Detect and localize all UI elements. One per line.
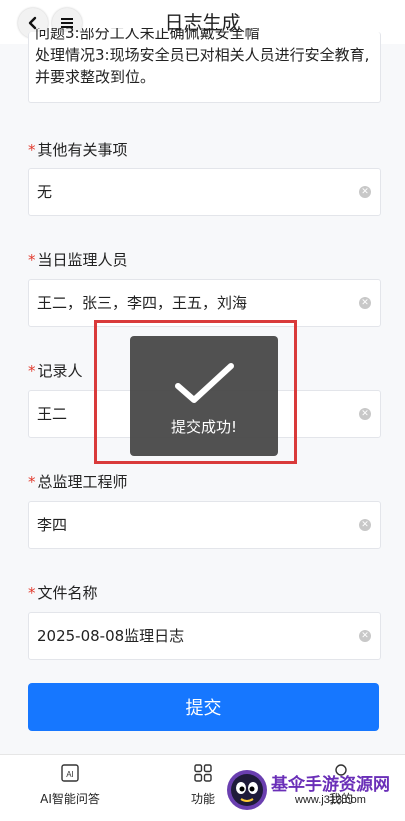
watermark-url: www.j313.com (295, 794, 366, 806)
field-label: * 文件名称 (28, 584, 98, 602)
checkmark-icon (175, 363, 234, 403)
watermark-title: 基伞手游资源网 (271, 775, 390, 795)
field-label: * 记录人 (28, 362, 83, 380)
mascot-logo-icon (227, 770, 267, 810)
other-matters-input[interactable]: 无 ✕ (28, 168, 381, 216)
field-label: * 当日监理人员 (28, 251, 128, 269)
watermark: 基伞手游资源网 www.j313.com (225, 764, 405, 818)
clear-icon[interactable]: ✕ (359, 630, 371, 642)
toast-message: 提交成功! (170, 418, 237, 436)
textarea-line: 问题3:部分工人未正确佩戴安全帽 (35, 28, 260, 42)
svg-text:AI: AI (66, 770, 74, 779)
success-toast: 提交成功! (130, 336, 278, 456)
chief-engineer-input[interactable]: 李四 ✕ (28, 501, 381, 549)
field-label: * 其他有关事项 (28, 141, 128, 159)
file-name-input[interactable]: 2025-08-08监理日志 ✕ (28, 612, 381, 660)
ai-icon: AI (61, 764, 79, 782)
issue-textarea[interactable]: 问题3:部分工人未正确佩戴安全帽 处理情况3:现场安全员已对相关人员进行安全教育… (28, 28, 381, 103)
clear-icon[interactable]: ✕ (359, 408, 371, 420)
grid-icon (194, 764, 212, 782)
submit-button[interactable]: 提交 (28, 683, 379, 731)
textarea-line: 处理情况3:现场安全员已对相关人员进行安全教育, (35, 46, 370, 64)
field-label: * 总监理工程师 (28, 473, 128, 491)
tab-functions[interactable]: 功能 (178, 763, 228, 807)
textarea-line: 并要求整改到位。 (35, 68, 156, 86)
clear-icon[interactable]: ✕ (359, 186, 371, 198)
clear-icon[interactable]: ✕ (359, 297, 371, 309)
clear-icon[interactable]: ✕ (359, 519, 371, 531)
tab-ai-qa[interactable]: AI AI智能问答 (30, 763, 110, 807)
